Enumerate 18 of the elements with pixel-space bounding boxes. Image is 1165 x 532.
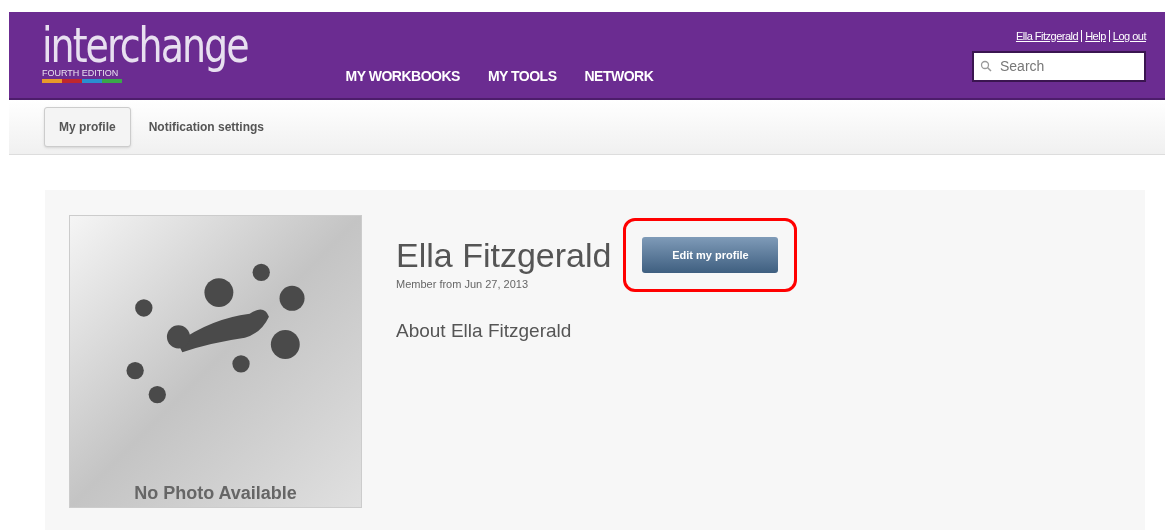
nav-link[interactable]: NETWORK [584, 66, 654, 87]
photo-caption: No Photo Available [134, 482, 297, 505]
edit-profile-button[interactable]: Edit my profile [642, 237, 779, 273]
header-link[interactable]: Log out [1112, 28, 1146, 45]
member-since-text: Member from Jun 27, 2013 [396, 277, 530, 292]
edition-text: FOURTH EDITION [42, 68, 119, 78]
about-heading: About Ella Fitzgerald [396, 318, 573, 343]
tab[interactable]: My profile [44, 107, 131, 147]
logo-text: interchange [42, 22, 248, 70]
color-stripe-icon [42, 79, 122, 83]
profile-name: Ella Fitzgerald [396, 235, 612, 275]
search-icon [980, 59, 992, 72]
header-link[interactable]: Help [1085, 28, 1106, 45]
header-link[interactable]: Ella Fitzgerald [1015, 28, 1079, 45]
nav-link[interactable]: MY WORKBOOKS [345, 66, 460, 87]
tab[interactable]: Notification settings [139, 107, 273, 147]
nav-link[interactable]: MY TOOLS [487, 66, 557, 87]
search-field[interactable]: Search [972, 50, 1146, 82]
